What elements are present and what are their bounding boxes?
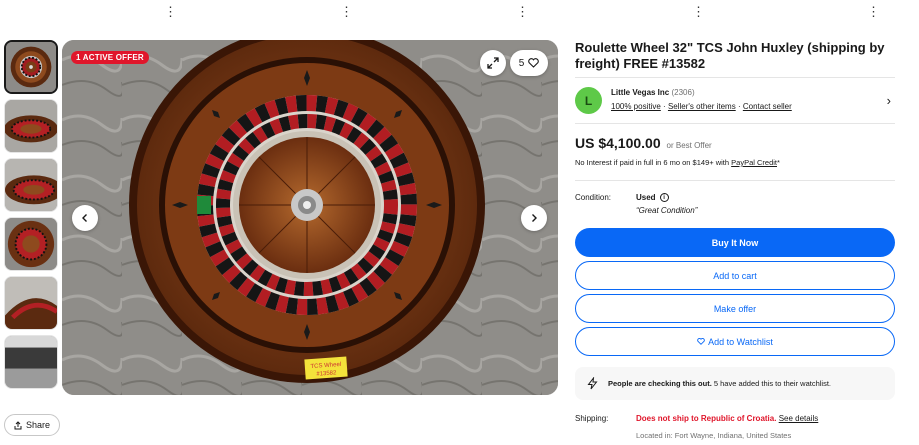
more-icon[interactable]: ⋮ — [164, 4, 177, 20]
condition-value-row: Used i — [636, 193, 669, 202]
add-to-watchlist-button[interactable]: Add to Watchlist — [575, 327, 895, 356]
thumbnail-6[interactable] — [4, 335, 58, 389]
activity-text: People are checking this out. 5 have add… — [608, 379, 831, 388]
watch-count-button[interactable]: 5 — [510, 50, 548, 76]
chevron-right-icon — [532, 214, 537, 222]
thumbnail-3[interactable] — [4, 158, 58, 212]
expand-icon — [487, 57, 499, 69]
roulette-thumb-image — [5, 277, 57, 329]
listing-details: Roulette Wheel 32" TCS John Huxley (ship… — [575, 40, 895, 72]
watch-count: 5 — [518, 57, 525, 69]
price-block: US $4,100.00 or Best Offer — [575, 135, 712, 151]
lightning-icon — [587, 377, 598, 390]
main-product-image[interactable]: TCS Wheel #13582 1 ACTIVE OFFER 5 — [62, 40, 558, 395]
seller-links: 100% positive · Seller's other items · C… — [611, 102, 792, 111]
condition-note: “Great Condition” — [636, 206, 698, 215]
share-icon — [14, 420, 22, 429]
seller-avatar[interactable]: L — [575, 87, 602, 114]
roulette-thumb-image — [6, 42, 56, 92]
seller-card[interactable]: L Little Vegas Inc (2306) 100% positive … — [575, 86, 895, 116]
thumbnail-2[interactable] — [4, 99, 58, 153]
other-items-link[interactable]: Seller's other items — [668, 102, 736, 111]
more-icon[interactable]: ⋮ — [516, 4, 529, 20]
best-offer-label: or Best Offer — [666, 141, 712, 150]
thumbnail-5[interactable] — [4, 276, 58, 330]
activity-banner: People are checking this out. 5 have add… — [575, 367, 895, 400]
divider — [575, 77, 895, 78]
more-icon[interactable]: ⋮ — [340, 4, 353, 20]
table-thumb-image — [5, 336, 57, 388]
previous-image-button[interactable] — [72, 205, 98, 231]
info-icon[interactable]: i — [659, 193, 669, 202]
condition-label: Condition: — [575, 193, 612, 202]
seller-feedback-count: (2306) — [671, 88, 695, 97]
heart-icon — [697, 338, 705, 345]
contact-seller-link[interactable]: Contact seller — [743, 102, 792, 111]
seller-name[interactable]: Little Vegas Inc — [611, 88, 669, 97]
roulette-wheel-photo: TCS Wheel #13582 — [62, 40, 558, 395]
watchlist-label: Add to Watchlist — [708, 336, 773, 347]
roulette-thumb-image — [5, 100, 57, 152]
item-location: Located in: Fort Wayne, Indiana, United … — [636, 431, 792, 440]
shipping-warning: Does not ship to Republic of Croatia. — [636, 414, 777, 423]
financing-suffix: * — [777, 158, 780, 167]
roulette-thumb-image — [5, 218, 57, 270]
thumbnail-1[interactable] — [4, 40, 58, 94]
activity-bold: People are checking this out. — [608, 379, 712, 388]
heart-icon — [528, 58, 540, 68]
thumbnail-strip — [4, 40, 58, 394]
listing-title: Roulette Wheel 32" TCS John Huxley (ship… — [575, 40, 885, 71]
activity-rest: 5 have added this to their watchlist. — [711, 379, 832, 388]
share-button[interactable]: Share — [4, 414, 60, 436]
chevron-left-icon — [82, 214, 87, 222]
shipping-label: Shipping: — [575, 414, 609, 423]
divider — [575, 123, 895, 124]
more-icon[interactable]: ⋮ — [867, 4, 880, 20]
next-image-button[interactable] — [521, 205, 547, 231]
make-offer-button[interactable]: Make offer — [575, 294, 895, 323]
price-amount: US $4,100.00 — [575, 135, 661, 151]
shipping-value: Does not ship to Republic of Croatia. Se… — [636, 414, 818, 423]
buy-it-now-button[interactable]: Buy It Now — [575, 228, 895, 257]
positive-feedback-link[interactable]: 100% positive — [611, 102, 661, 111]
chevron-right-icon[interactable]: › — [887, 93, 891, 108]
share-label: Share — [25, 420, 51, 430]
divider — [575, 180, 895, 181]
shipping-details-link[interactable]: See details — [779, 414, 819, 423]
add-to-cart-button[interactable]: Add to cart — [575, 261, 895, 290]
more-icon[interactable]: ⋮ — [692, 4, 705, 20]
roulette-thumb-image — [5, 159, 57, 211]
financing-text: No Interest if paid in full in 6 mo on $… — [575, 158, 780, 167]
expand-image-button[interactable] — [480, 50, 506, 76]
top-toolbar: ⋮ ⋮ ⋮ ⋮ ⋮ — [0, 4, 919, 20]
active-offer-badge: 1 ACTIVE OFFER — [71, 51, 149, 64]
seller-name-line: Little Vegas Inc (2306) — [611, 88, 695, 97]
financing-prefix: No Interest if paid in full in 6 mo on $… — [575, 158, 732, 167]
paypal-credit-link[interactable]: PayPal Credit — [731, 158, 777, 167]
condition-value: Used — [636, 193, 656, 202]
thumbnail-4[interactable] — [4, 217, 58, 271]
